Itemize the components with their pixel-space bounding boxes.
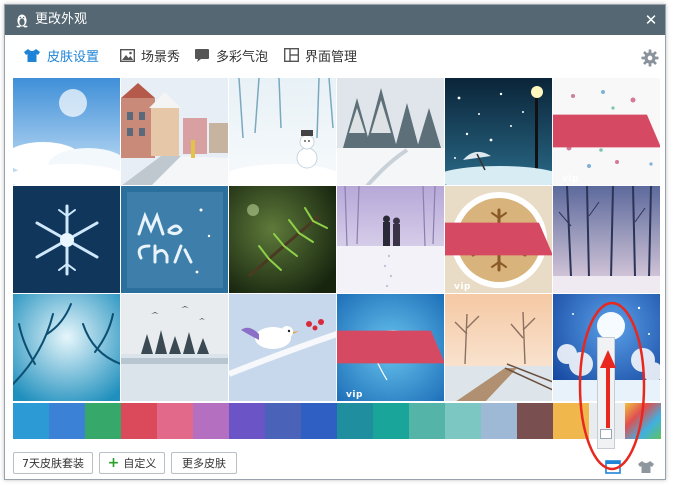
gear-icon[interactable] <box>641 49 659 67</box>
button-label: 自定义 <box>123 457 157 470</box>
color-swatch[interactable] <box>553 403 589 439</box>
color-swatch[interactable] <box>13 403 49 439</box>
color-swatch[interactable] <box>373 403 409 439</box>
button-label: 7天皮肤套装 <box>22 457 84 470</box>
seven-day-skin-suit-button[interactable]: 7天皮肤套装 <box>13 452 93 474</box>
skin-grid: vip vip vip <box>13 78 661 403</box>
color-swatch[interactable] <box>481 403 517 439</box>
close-button[interactable]: ✕ <box>641 10 661 30</box>
tab-label: 皮肤设置 <box>47 49 100 65</box>
color-swatch[interactable] <box>445 403 481 439</box>
boardwalk-image <box>445 294 552 401</box>
ice-crystal-image <box>13 186 120 293</box>
skin-thumbnail[interactable] <box>337 78 445 186</box>
vip-label: vip <box>346 390 363 400</box>
merry-christmas-image <box>121 186 228 293</box>
color-swatch[interactable] <box>121 403 157 439</box>
color-swatch[interactable] <box>517 403 553 439</box>
tab-skin-settings[interactable]: 皮肤设置 <box>23 46 100 65</box>
skin-thumbnail[interactable] <box>445 78 553 186</box>
color-swatch[interactable] <box>265 403 301 439</box>
transparency-slider-thumb[interactable] <box>600 429 612 440</box>
plus-icon: + <box>107 455 120 471</box>
vip-badge <box>445 222 552 256</box>
color-swatch[interactable] <box>49 403 85 439</box>
window-title: 更改外观 <box>35 12 88 27</box>
skin-thumbnail[interactable]: vip <box>337 294 445 402</box>
skin-thumbnail[interactable] <box>553 186 661 294</box>
skin-thumbnail[interactable] <box>13 186 121 294</box>
window-mode-icon[interactable] <box>605 460 621 474</box>
skin-thumbnail[interactable] <box>121 78 229 186</box>
color-swatch[interactable] <box>409 403 445 439</box>
skin-thumbnail[interactable] <box>13 78 121 186</box>
tab-label: 多彩气泡 <box>216 49 269 65</box>
color-swatch[interactable] <box>625 403 661 439</box>
snowy-town-image <box>121 78 228 185</box>
skin-thumbnail[interactable] <box>13 294 121 402</box>
color-swatch[interactable] <box>229 403 265 439</box>
snowman-image <box>229 78 336 185</box>
layout-icon <box>284 48 299 62</box>
vip-label: vip <box>562 174 579 184</box>
skin-thumbnail[interactable] <box>229 78 337 186</box>
skin-thumbnail[interactable]: vip <box>445 186 553 294</box>
skin-thumbnail[interactable] <box>445 294 553 402</box>
winter-trees-image <box>553 186 660 293</box>
more-skins-button[interactable]: 更多皮肤 <box>171 452 237 474</box>
night-umbrella-image <box>445 78 552 185</box>
sky-clouds-image <box>13 78 120 185</box>
winter-lake-image <box>121 294 228 401</box>
chat-bubble-icon <box>195 48 209 62</box>
transparency-slider[interactable] <box>597 337 615 449</box>
color-swatch[interactable] <box>301 403 337 439</box>
tab-bar: 皮肤设置 场景秀 多彩气泡 界面管理 <box>5 35 665 75</box>
skin-thumbnail[interactable] <box>121 294 229 402</box>
vip-badge <box>337 330 444 364</box>
vip-label: vip <box>454 282 471 292</box>
tab-label: 场景秀 <box>141 49 181 65</box>
change-appearance-window: 更改外观 ✕ 皮肤设置 场景秀 多彩气泡 界面管理 vip vip vip 7天… <box>4 4 666 480</box>
color-swatch-bar <box>13 403 661 439</box>
tab-interface-management[interactable]: 界面管理 <box>284 46 358 65</box>
pine-forest-image <box>337 78 444 185</box>
couple-walking-image <box>337 186 444 293</box>
button-label: 更多皮肤 <box>182 457 226 470</box>
tshirt-icon <box>24 48 40 62</box>
skin-palette-icon[interactable] <box>637 459 655 475</box>
tab-label: 界面管理 <box>305 49 358 65</box>
color-swatch[interactable] <box>193 403 229 439</box>
picture-icon <box>120 48 135 62</box>
color-swatch[interactable] <box>337 403 373 439</box>
title-bar: 更改外观 ✕ <box>5 5 665 35</box>
pine-branch-image <box>229 186 336 293</box>
bird-branch-image <box>229 294 336 401</box>
penguin-icon <box>16 14 28 28</box>
skin-thumbnail[interactable] <box>337 186 445 294</box>
color-swatch[interactable] <box>157 403 193 439</box>
skin-thumbnail[interactable] <box>121 186 229 294</box>
skin-thumbnail[interactable]: vip <box>553 78 661 186</box>
skin-thumbnail[interactable] <box>229 294 337 402</box>
vip-badge <box>553 114 660 148</box>
color-swatch[interactable] <box>85 403 121 439</box>
tab-colorful-bubbles[interactable]: 多彩气泡 <box>194 46 269 65</box>
customize-button[interactable]: + 自定义 <box>99 452 165 474</box>
frozen-branches-image <box>13 294 120 401</box>
tab-scene-show[interactable]: 场景秀 <box>120 46 181 65</box>
skin-thumbnail[interactable] <box>229 186 337 294</box>
